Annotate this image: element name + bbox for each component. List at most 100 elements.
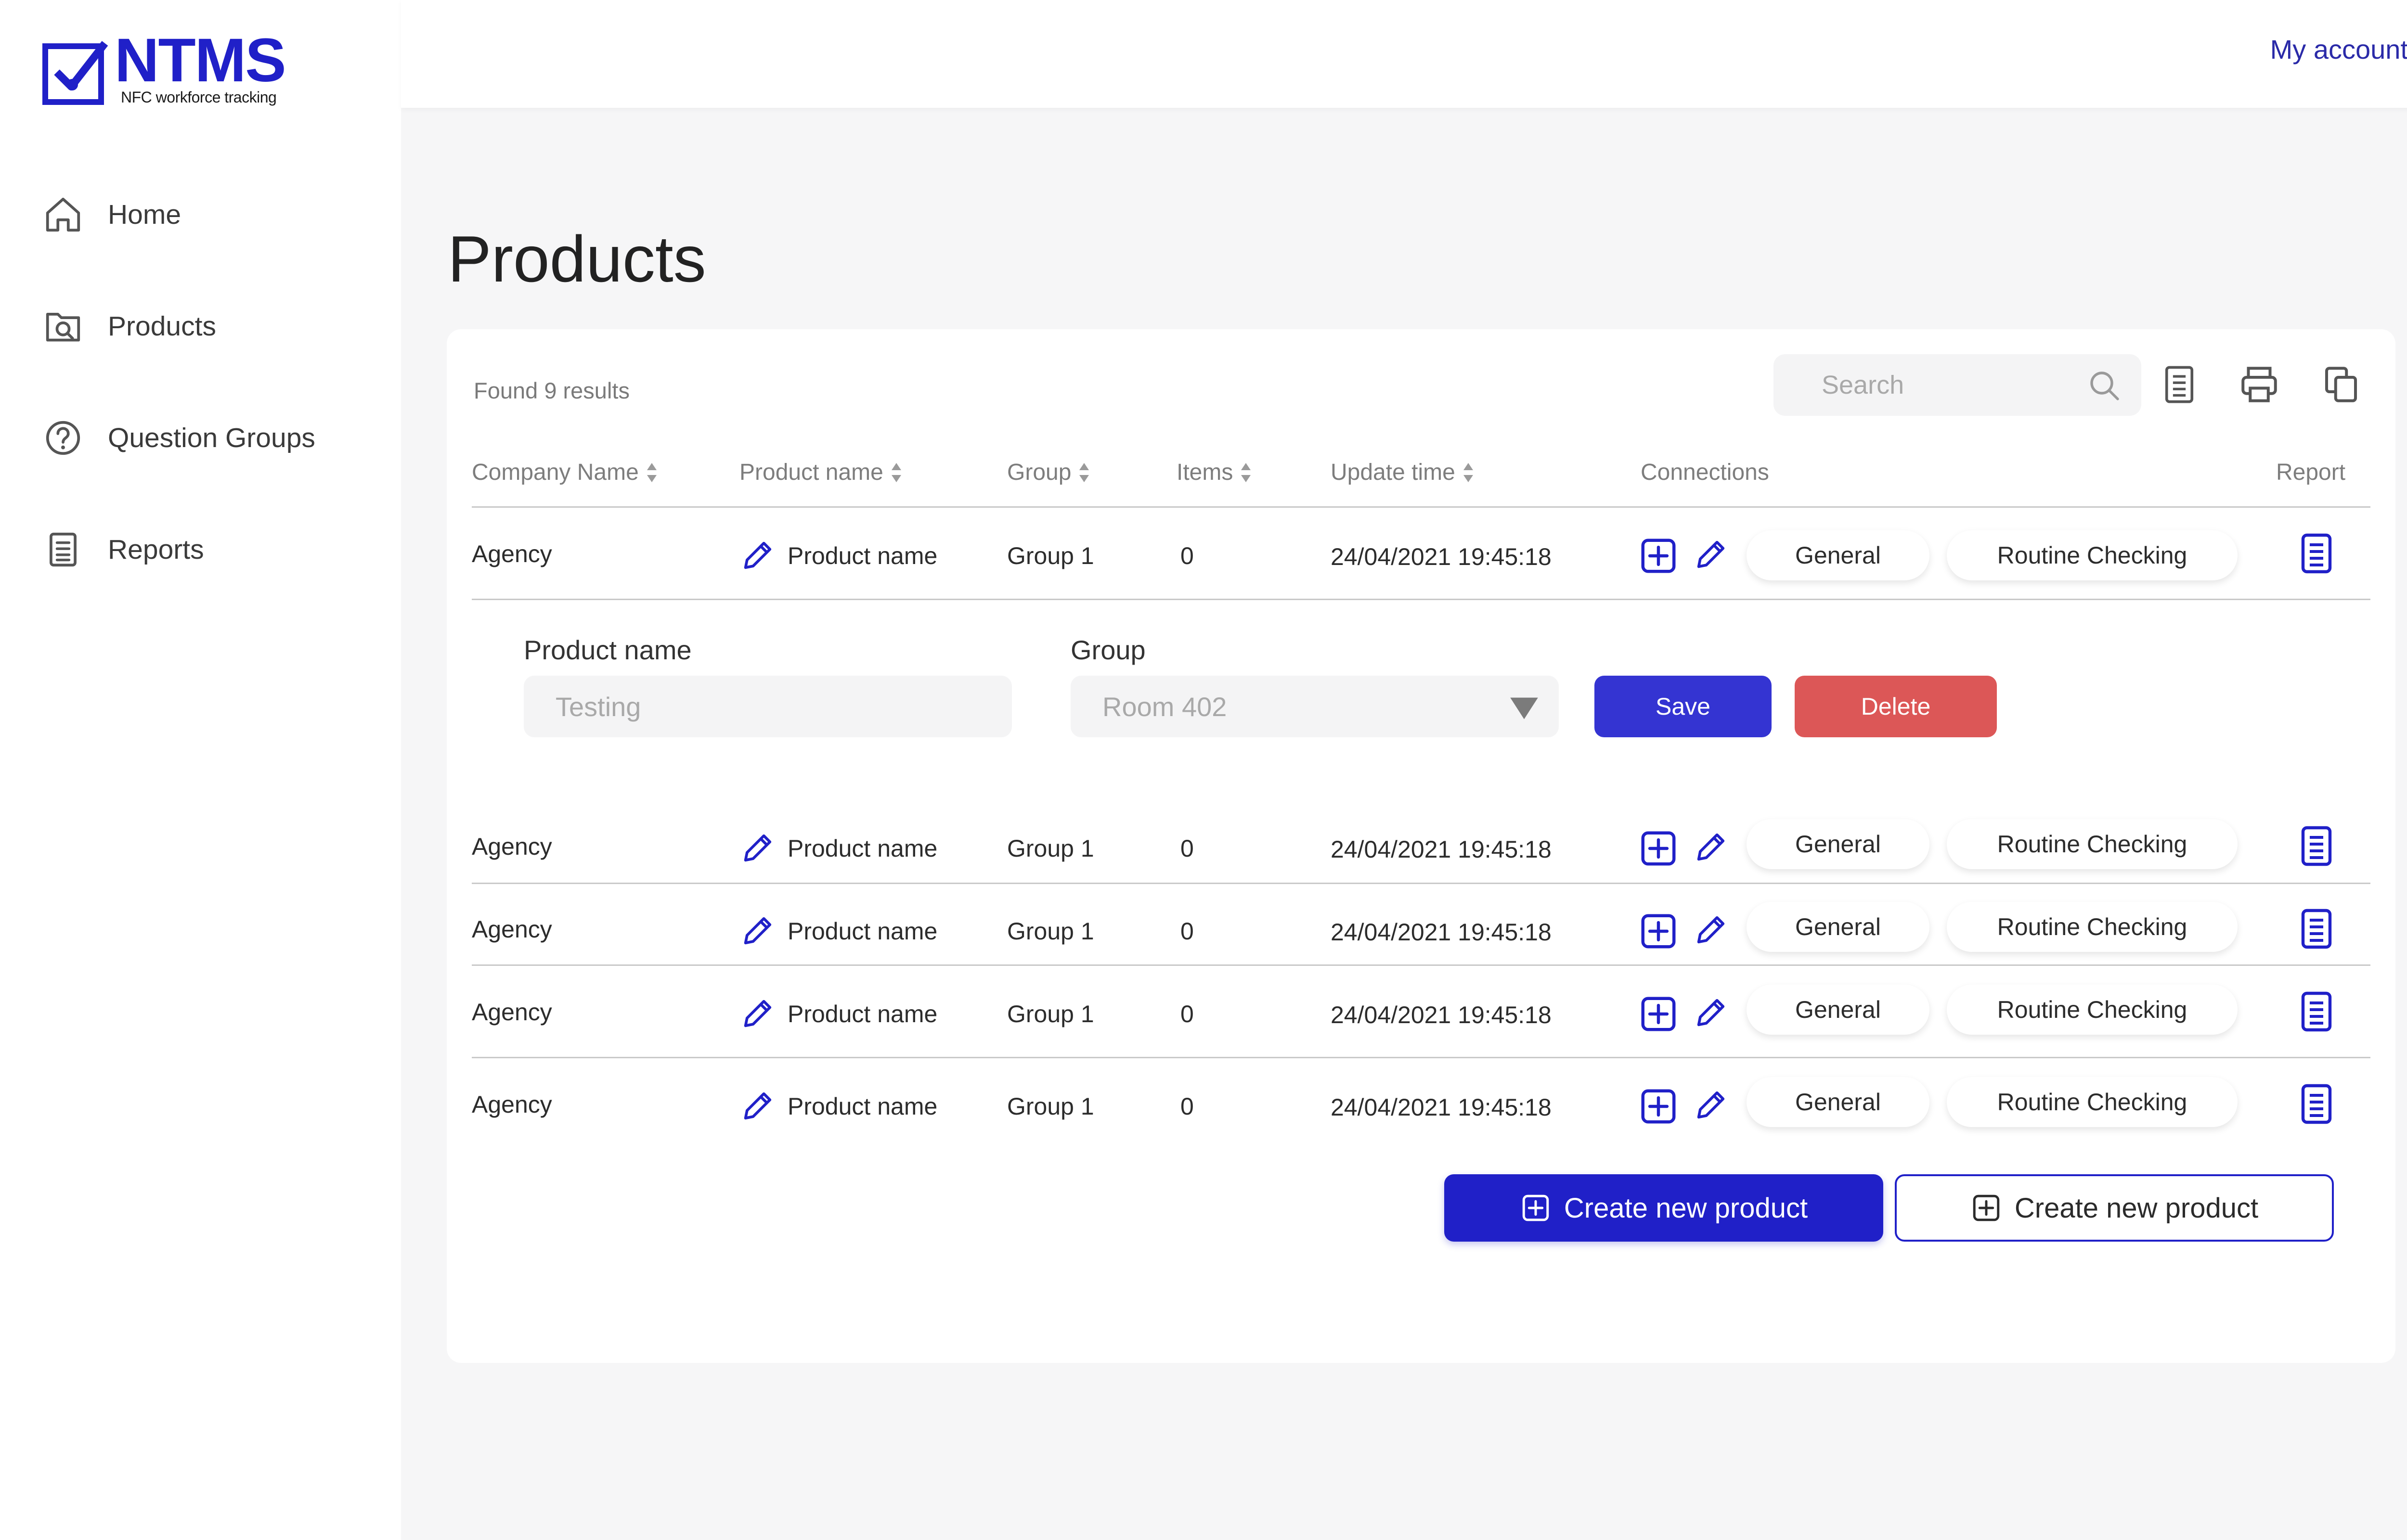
product-cell: Product name — [788, 1001, 938, 1027]
create-new-product-outline-button[interactable]: Create new product — [1895, 1174, 2334, 1242]
edit-pencil-icon[interactable] — [739, 995, 776, 1032]
sort-icon — [891, 462, 901, 482]
sidebar-item-reports[interactable]: Reports — [42, 526, 379, 574]
table-row[interactable]: Agency Product name Group 1 0 24/04/2021… — [447, 902, 2395, 960]
column-header-product[interactable]: Product name — [739, 459, 903, 486]
items-cell: 0 — [1180, 918, 1194, 945]
page-title: Products — [448, 222, 706, 295]
search-input[interactable]: Search — [1773, 354, 2141, 416]
edit-pencil-icon[interactable] — [739, 912, 776, 949]
row-divider — [472, 1057, 2370, 1058]
company-cell: Agency — [472, 540, 552, 567]
logo[interactable]: NTMS NFC workforce tracking — [42, 30, 312, 112]
sort-icon — [1463, 462, 1473, 482]
export-document-icon[interactable] — [2158, 363, 2201, 406]
edit-connection-icon[interactable] — [1693, 536, 1729, 573]
edit-connection-icon[interactable] — [1693, 1087, 1729, 1123]
table-row[interactable]: Agency Product name Group 1 0 24/04/2021… — [447, 526, 2395, 584]
group-select[interactable]: Room 402 — [1071, 676, 1559, 737]
column-header-label: Group — [1007, 460, 1072, 485]
update-time-cell: 24/04/2021 19:45:18 — [1331, 919, 1552, 946]
column-header-update-time[interactable]: Update time — [1331, 459, 1475, 486]
items-cell: 0 — [1180, 835, 1194, 862]
table-row[interactable]: Agency Product name Group 1 0 24/04/2021… — [447, 985, 2395, 1042]
search-icon[interactable] — [2087, 369, 2122, 403]
edit-pencil-icon[interactable] — [739, 537, 776, 574]
sidebar-item-products[interactable]: Products — [42, 302, 379, 350]
column-header-label: Update time — [1331, 460, 1455, 485]
edit-connection-icon[interactable] — [1693, 911, 1729, 948]
group-cell: Group 1 — [1007, 918, 1094, 945]
delete-button[interactable]: Delete — [1795, 676, 1997, 737]
my-account-label: My account — [2270, 34, 2407, 64]
edit-connection-icon[interactable] — [1693, 994, 1729, 1031]
update-time-cell: 24/04/2021 19:45:18 — [1331, 1001, 1552, 1028]
add-connection-icon[interactable] — [1638, 911, 1679, 952]
table-row[interactable]: Agency Product name Group 1 0 24/04/2021… — [447, 1077, 2395, 1135]
logo-check-icon — [42, 41, 108, 105]
report-icon[interactable] — [2293, 823, 2340, 869]
company-cell: Agency — [472, 999, 552, 1026]
column-header-label: Product name — [739, 460, 883, 485]
sidebar-item-question-groups[interactable]: Question Groups — [42, 414, 379, 462]
top-bar: My account — [401, 0, 2407, 108]
items-cell: 0 — [1180, 1093, 1194, 1120]
results-count: Found 9 results — [474, 378, 630, 403]
group-cell: Group 1 — [1007, 1093, 1094, 1120]
report-icon[interactable] — [2293, 530, 2340, 577]
column-header-report: Report — [2276, 459, 2345, 486]
update-time-cell: 24/04/2021 19:45:18 — [1331, 543, 1552, 570]
sidebar-item-label: Reports — [108, 534, 204, 565]
group-select-value: Room 402 — [1102, 691, 1227, 722]
column-header-items[interactable]: Items — [1177, 459, 1252, 486]
update-time-cell: 24/04/2021 19:45:18 — [1331, 1094, 1552, 1121]
connection-chip-general[interactable]: General — [1747, 530, 1929, 580]
my-account-menu[interactable]: My account — [2270, 34, 2407, 65]
connection-chip-routine[interactable]: Routine Checking — [1947, 985, 2238, 1035]
add-connection-icon[interactable] — [1638, 535, 1679, 577]
connection-chip-general[interactable]: General — [1747, 819, 1929, 869]
report-icon[interactable] — [2293, 906, 2340, 952]
add-connection-icon[interactable] — [1638, 993, 1679, 1035]
print-icon[interactable] — [2238, 363, 2281, 406]
create-button-label: Create new product — [2014, 1192, 2259, 1224]
sidebar-item-home[interactable]: Home — [42, 191, 379, 239]
products-search-icon — [46, 313, 80, 342]
create-new-product-button[interactable]: Create new product — [1444, 1174, 1883, 1242]
sort-icon — [1079, 462, 1089, 482]
question-icon — [46, 421, 80, 455]
product-cell: Product name — [788, 835, 938, 862]
save-button[interactable]: Save — [1594, 676, 1772, 737]
row-divider — [472, 599, 2370, 600]
report-icon[interactable] — [2293, 1081, 2340, 1127]
column-header-label: Company Name — [472, 460, 639, 485]
table-row[interactable]: Agency Product name Group 1 0 24/04/2021… — [447, 819, 2395, 877]
items-cell: 0 — [1180, 542, 1194, 569]
column-header-group[interactable]: Group — [1007, 459, 1090, 486]
connection-chip-routine[interactable]: Routine Checking — [1947, 819, 2238, 869]
sidebar-item-label: Home — [108, 199, 181, 230]
add-connection-icon[interactable] — [1638, 828, 1679, 869]
sidebar-item-label: Products — [108, 311, 216, 342]
plus-square-icon — [1522, 1194, 1549, 1221]
edit-pencil-icon[interactable] — [739, 830, 776, 866]
connection-chip-general[interactable]: General — [1747, 1077, 1929, 1127]
column-header-company[interactable]: Company Name — [472, 459, 658, 486]
add-connection-icon[interactable] — [1638, 1086, 1679, 1127]
edit-connection-icon[interactable] — [1693, 829, 1729, 865]
edit-pencil-icon[interactable] — [739, 1088, 776, 1124]
connection-chip-routine[interactable]: Routine Checking — [1947, 1077, 2238, 1127]
product-name-input[interactable]: Testing — [524, 676, 1012, 737]
search-placeholder: Search — [1822, 371, 1904, 399]
plus-square-icon — [1973, 1194, 2000, 1221]
connection-chip-general[interactable]: General — [1747, 985, 1929, 1035]
connection-chip-general[interactable]: General — [1747, 902, 1929, 952]
company-cell: Agency — [472, 1091, 552, 1118]
row-divider — [472, 883, 2370, 884]
connection-chip-routine[interactable]: Routine Checking — [1947, 530, 2238, 580]
connection-chip-routine[interactable]: Routine Checking — [1947, 902, 2238, 952]
product-cell: Product name — [788, 1093, 938, 1120]
report-icon[interactable] — [2293, 988, 2340, 1035]
column-header-label: Connections — [1641, 460, 1769, 485]
copy-icon[interactable] — [2319, 363, 2363, 406]
